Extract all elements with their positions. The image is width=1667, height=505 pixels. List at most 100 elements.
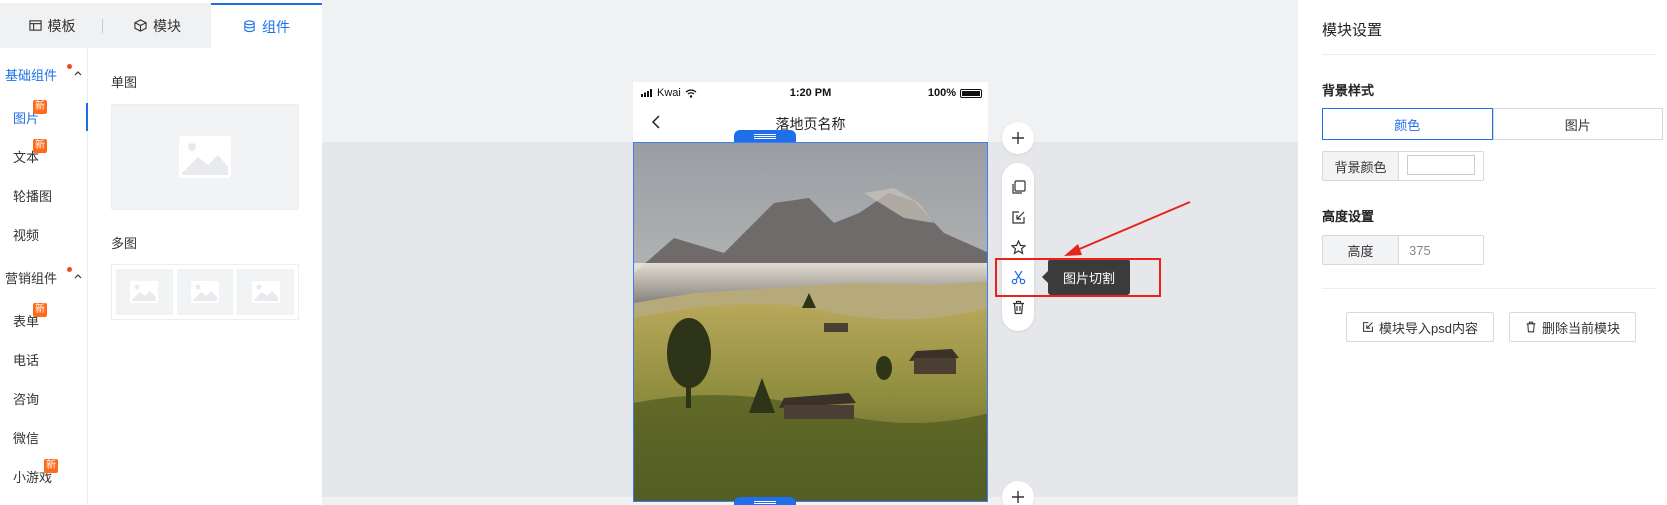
- multi-image-title: 多图: [111, 236, 138, 251]
- tab-divider: [102, 19, 103, 33]
- sidebar-item-label: 咨询: [13, 391, 40, 407]
- sidebar-item-label: 视频: [13, 227, 40, 243]
- sidebar-item-text[interactable]: 文本 新: [0, 139, 88, 170]
- bg-color-option[interactable]: 颜色: [1322, 108, 1493, 140]
- single-image-card[interactable]: [111, 104, 299, 210]
- multi-image-tile: [237, 269, 295, 315]
- annotation-highlight-box: [995, 258, 1161, 297]
- multi-image-tile: [176, 269, 234, 315]
- landscape-photo: [634, 143, 987, 501]
- drag-handle-bottom[interactable]: [734, 497, 796, 505]
- module-toolbar: [1002, 163, 1034, 331]
- annotation-arrow: [1064, 201, 1191, 256]
- tab-template[interactable]: 模板: [0, 3, 104, 48]
- sidebar-item-carousel[interactable]: 轮播图: [0, 181, 88, 209]
- new-badge: 新: [44, 459, 58, 473]
- multi-image-tile: [116, 269, 173, 315]
- left-panel: 模板 模块 组件 基础组件 图片 新 文本 新 轮播图 视频 营销组件 表单 新…: [0, 0, 322, 505]
- status-right: 100%: [928, 87, 982, 99]
- delete-module-label: 删除当前模块: [1541, 320, 1620, 336]
- phone-nav-bar: 落地页名称: [633, 104, 988, 142]
- sidebar-item-wechat[interactable]: 微信: [0, 423, 88, 451]
- bg-color-field: 背景颜色: [1322, 151, 1484, 181]
- single-image-title: 单图: [111, 75, 138, 90]
- image-placeholder-icon: [179, 136, 231, 178]
- import-psd-label: 模块导入psd内容: [1379, 320, 1478, 336]
- chevron-up-icon: [74, 274, 82, 279]
- trash-icon: [1012, 300, 1024, 314]
- height-field: 高度 375: [1322, 235, 1484, 265]
- import-psd-button[interactable]: 模块导入psd内容: [1346, 312, 1494, 342]
- selected-image-module[interactable]: [633, 142, 988, 502]
- image-placeholder-icon: [191, 281, 219, 303]
- category-basic[interactable]: 基础组件: [5, 64, 82, 84]
- copy-icon: [1011, 179, 1026, 194]
- height-section-label: 高度设置: [1322, 209, 1375, 224]
- height-label: 高度: [1323, 236, 1399, 264]
- color-picker[interactable]: [1407, 155, 1475, 175]
- sidebar-item-consult[interactable]: 咨询: [0, 384, 88, 412]
- settings-panel: 模块设置 背景样式 颜色 图片 背景颜色 高度设置 高度 375 模块导入psd…: [1298, 0, 1667, 505]
- category-basic-label: 基础组件: [5, 67, 58, 83]
- divider: [1322, 54, 1656, 55]
- star-icon: [1010, 239, 1026, 255]
- template-icon: [28, 20, 42, 31]
- tab-template-label: 模板: [47, 17, 76, 34]
- add-module-button-bottom[interactable]: [1002, 481, 1034, 505]
- sidebar-item-video[interactable]: 视频: [0, 220, 88, 248]
- sidebar-item-label: 微信: [13, 430, 40, 446]
- status-bar: Kwai 1:20 PM 100%: [633, 82, 988, 104]
- image-placeholder-icon: [251, 281, 280, 303]
- battery-percent: 100%: [927, 87, 956, 99]
- component-area: 单图 多图: [89, 48, 322, 505]
- plus-icon: [1012, 132, 1024, 144]
- divider: [1322, 288, 1656, 289]
- favorite-button[interactable]: [1009, 238, 1027, 256]
- category-marketing-label: 营销组件: [5, 270, 58, 286]
- plus-icon: [1012, 491, 1024, 503]
- tab-module-label: 模块: [153, 17, 181, 34]
- cube-icon: [134, 19, 147, 32]
- multi-image-card[interactable]: [111, 264, 299, 320]
- bg-style-label: 背景样式: [1322, 83, 1375, 98]
- drag-handle-top[interactable]: [734, 130, 796, 142]
- sidebar-item-phone[interactable]: 电话: [0, 345, 88, 373]
- sidebar-item-image[interactable]: 图片 新: [0, 100, 88, 131]
- tab-component[interactable]: 组件: [211, 3, 322, 48]
- settings-title: 模块设置: [1322, 22, 1383, 39]
- bg-type-toggle: 颜色 图片: [1322, 108, 1663, 140]
- database-icon: [244, 20, 255, 33]
- add-module-button-top[interactable]: [1002, 122, 1034, 154]
- phone-preview: Kwai 1:20 PM 100% 落地页名称: [633, 82, 988, 502]
- image-placeholder-icon: [130, 281, 159, 303]
- drag-lines: [754, 133, 776, 139]
- sidebar-item-label: 轮播图: [13, 188, 53, 204]
- red-dot: [67, 64, 72, 69]
- battery-icon: [960, 88, 982, 98]
- red-dot: [67, 267, 72, 272]
- drag-lines: [754, 500, 776, 505]
- tab-component-label: 组件: [262, 18, 290, 35]
- trash-icon: [1526, 321, 1536, 333]
- import-icon: [1011, 210, 1025, 224]
- import-icon: [1363, 322, 1373, 332]
- tab-module[interactable]: 模块: [104, 3, 211, 48]
- height-input[interactable]: 375: [1399, 236, 1431, 264]
- copy-button[interactable]: [1009, 178, 1027, 196]
- sidebar-item-minigame[interactable]: 小游戏 新: [0, 459, 88, 490]
- sidebar-item-label: 电话: [13, 352, 40, 368]
- bg-color-label: 背景颜色: [1323, 152, 1399, 180]
- new-badge: 新: [33, 139, 47, 153]
- delete-button[interactable]: [1009, 298, 1027, 316]
- page-title: 落地页名称: [775, 116, 846, 132]
- category-marketing[interactable]: 营销组件: [5, 267, 82, 287]
- new-badge: 新: [33, 303, 47, 317]
- top-tabs: 模板 模块 组件: [0, 3, 322, 48]
- editor-canvas: Kwai 1:20 PM 100% 落地页名称 图片切割: [322, 0, 1298, 505]
- category-column: 基础组件 图片 新 文本 新 轮播图 视频 营销组件 表单 新 电话 咨询 微信…: [0, 48, 88, 505]
- bg-image-option[interactable]: 图片: [1492, 108, 1663, 140]
- sidebar-item-form[interactable]: 表单 新: [0, 303, 88, 334]
- delete-module-button[interactable]: 删除当前模块: [1509, 312, 1636, 342]
- new-badge: 新: [33, 100, 47, 114]
- import-button[interactable]: [1009, 208, 1027, 226]
